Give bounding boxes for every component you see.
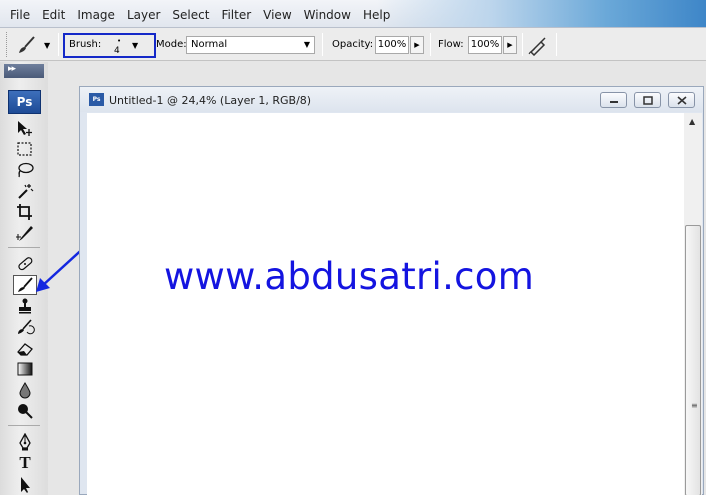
options-bar-grip[interactable] (6, 32, 9, 57)
eraser-tool[interactable] (13, 338, 37, 358)
tools-panel-header[interactable]: ▸▸ (4, 64, 44, 78)
scroll-up-icon[interactable]: ▲ (689, 117, 695, 126)
document-title-bar[interactable]: Ps Untitled-1 @ 24,4% (Layer 1, RGB/8) (80, 87, 703, 112)
divider (430, 33, 431, 56)
blur-tool[interactable] (13, 380, 37, 400)
menu-view[interactable]: View (257, 8, 297, 22)
flow-slider-button[interactable]: ▶ (503, 36, 517, 54)
menu-edit[interactable]: Edit (36, 8, 71, 22)
mode-value: Normal (191, 39, 228, 50)
menu-help[interactable]: Help (357, 8, 396, 22)
opacity-slider-button[interactable]: ▶ (410, 36, 424, 54)
stamp-icon (19, 298, 31, 314)
opacity-label: Opacity: (332, 39, 374, 50)
close-icon (677, 96, 687, 105)
chevron-down-icon: ▼ (303, 40, 310, 49)
brush-picker[interactable]: Brush: • 4 ▼ (63, 33, 156, 58)
expand-icon: ▸▸ (8, 64, 16, 74)
gradient-icon (17, 362, 33, 376)
menu-select[interactable]: Select (166, 8, 215, 22)
pen-tool[interactable] (13, 432, 37, 452)
menu-bar: File Edit Image Layer Select Filter View… (0, 0, 706, 28)
drop-icon (19, 382, 31, 399)
gradient-tool[interactable] (13, 359, 37, 379)
dodge-tool[interactable] (13, 401, 37, 421)
magic-wand-tool[interactable] (13, 181, 37, 201)
move-tool[interactable] (13, 118, 37, 138)
restore-button[interactable] (634, 92, 661, 108)
minimize-button[interactable] (600, 92, 627, 108)
history-brush-icon (18, 319, 35, 335)
tool-preset-picker[interactable]: ▼ (16, 34, 56, 56)
close-button[interactable] (668, 92, 695, 108)
tool-group-divider (8, 425, 40, 426)
divider (58, 33, 59, 56)
menu-filter[interactable]: Filter (215, 8, 257, 22)
dodge-icon (18, 404, 33, 419)
lasso-icon (18, 162, 34, 178)
flow-label: Flow: (438, 39, 464, 50)
minimize-icon (610, 101, 618, 103)
eraser-icon (17, 343, 33, 356)
desktop-background (376, 0, 706, 27)
divider (522, 33, 523, 56)
options-bar: ▼ Brush: • 4 ▼ Mode: Normal ▼ Opacity: 1… (0, 28, 706, 61)
vertical-scrollbar[interactable]: ▲ ≡ (684, 113, 702, 495)
marquee-tool[interactable] (13, 139, 37, 159)
brush-size: 4 (114, 46, 120, 56)
lasso-tool[interactable] (13, 160, 37, 180)
path-selection-tool[interactable] (13, 474, 37, 494)
watermark-text: www.abdusatri.com (164, 255, 535, 298)
menu-layer[interactable]: Layer (121, 8, 166, 22)
type-tool[interactable]: T (13, 453, 37, 473)
flow-input[interactable]: 100% (468, 36, 502, 54)
airbrush-icon[interactable] (527, 34, 549, 56)
chevron-down-icon: ▼ (132, 41, 139, 50)
move-icon (18, 121, 32, 136)
pen-icon (19, 433, 31, 451)
brush-label: Brush: (69, 39, 102, 50)
brush-icon (19, 36, 35, 53)
path-selection-icon (21, 477, 30, 493)
crop-tool[interactable] (13, 202, 37, 222)
menu-image[interactable]: Image (71, 8, 121, 22)
menu-file[interactable]: File (4, 8, 36, 22)
divider (556, 33, 557, 56)
scroll-grip-icon: ≡ (691, 401, 698, 410)
opacity-input[interactable]: 100% (375, 36, 409, 54)
brush-preview-icon: • (117, 37, 122, 45)
scrollbar-thumb[interactable]: ≡ (685, 225, 701, 495)
ps-logo[interactable]: Ps (8, 90, 41, 114)
chevron-down-icon: ▼ (44, 40, 51, 50)
type-icon: T (19, 453, 31, 472)
mode-label: Mode: (156, 39, 187, 50)
menu-window[interactable]: Window (298, 8, 357, 22)
document-window: Ps Untitled-1 @ 24,4% (Layer 1, RGB/8) w… (79, 86, 704, 495)
crop-icon (17, 204, 32, 220)
marquee-icon (17, 142, 32, 156)
divider (322, 33, 323, 56)
mode-select[interactable]: Normal ▼ (186, 36, 315, 54)
clone-stamp-tool[interactable] (13, 296, 37, 316)
magic-wand-icon (18, 184, 34, 199)
restore-icon (643, 96, 653, 105)
menu-items: File Edit Image Layer Select Filter View… (4, 8, 396, 22)
document-title: Untitled-1 @ 24,4% (Layer 1, RGB/8) (109, 94, 312, 107)
document-canvas[interactable]: www.abdusatri.com (87, 113, 684, 495)
document-icon: Ps (89, 93, 104, 106)
history-brush-tool[interactable] (13, 317, 37, 337)
